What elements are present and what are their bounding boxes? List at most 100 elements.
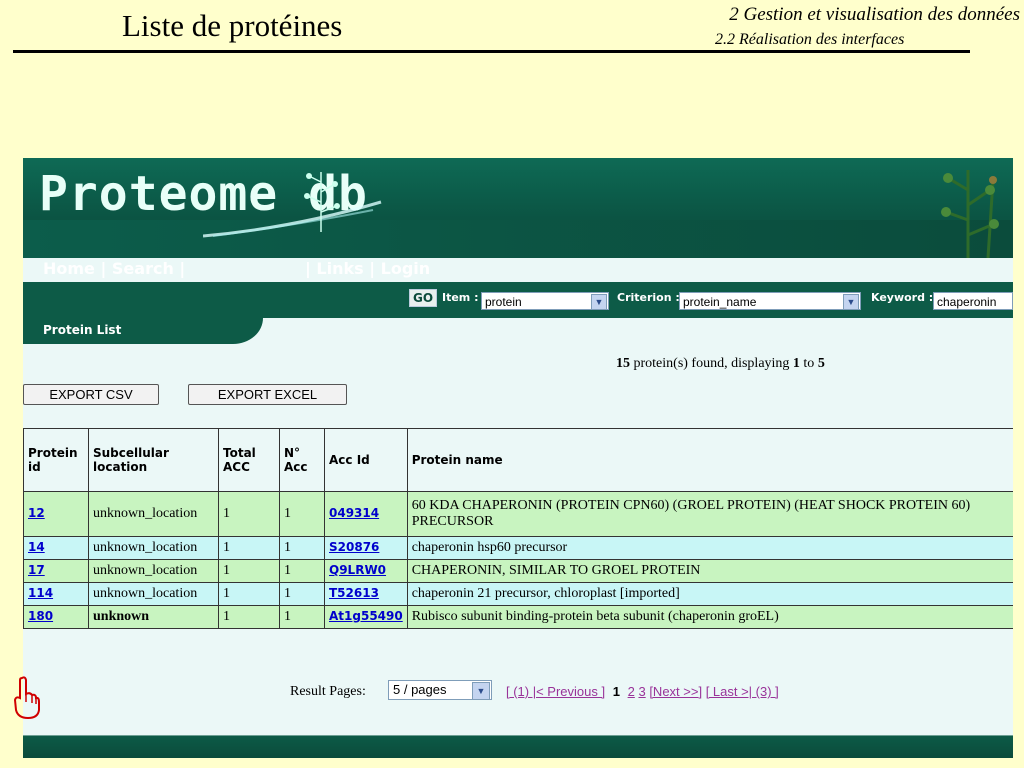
cell-acc-id: 049314 <box>324 491 408 537</box>
slide-section: 2 Gestion et visualisation des données <box>729 4 1020 25</box>
col-location-line2: location <box>93 460 148 474</box>
cell-location: unknown_location <box>88 582 219 606</box>
next-page-link[interactable]: [Next >>] <box>649 684 702 699</box>
cell-n-acc: 1 <box>279 605 325 629</box>
plant-sprig-icon <box>304 172 340 232</box>
pagination: [ (1) |< Previous ] 1 2 3 [Next >>] [ La… <box>506 684 779 699</box>
chevron-down-icon: ▼ <box>472 682 490 700</box>
cell-total-acc: 1 <box>218 605 280 629</box>
title-divider <box>13 50 970 53</box>
item-select-value: protein <box>485 295 522 309</box>
cell-protein-name: chaperonin hsp60 precursor <box>406 536 1013 560</box>
slide-subsection: 2.2 Réalisation des interfaces <box>715 31 905 48</box>
table-row: 180 unknown 1 1 At1g55490 Rubisco subuni… <box>23 605 1013 629</box>
protein-list-tab-label: Protein List <box>43 323 122 337</box>
table-row: 114 unknown_location 1 1 T52613 chaperon… <box>23 582 1013 606</box>
col-protein-id-line2: id <box>28 460 41 474</box>
nav-home-search[interactable]: Home | Search | <box>43 259 185 278</box>
summary-text: protein(s) found, displaying <box>630 356 793 371</box>
protein-table: Protein id Subcellular location Total ACC N… <box>23 428 1013 629</box>
criterion-select[interactable]: protein_name ▼ <box>679 292 861 310</box>
protein-id-link[interactable]: 14 <box>28 540 45 554</box>
table-row: 17 unknown_location 1 1 Q9LRW0 CHAPERONI… <box>23 559 1013 583</box>
cell-protein-id: 180 <box>23 605 89 629</box>
page-size-select[interactable]: 5 / pages ▼ <box>388 680 492 700</box>
cell-protein-name: Rubisco subunit binding-protein beta sub… <box>406 605 1013 629</box>
page-2-link[interactable]: 2 <box>628 684 635 699</box>
results-summary: 15 protein(s) found, displaying 1 to 5 <box>616 356 825 372</box>
item-select[interactable]: protein ▼ <box>481 292 609 310</box>
plant-photo-icon <box>941 170 999 258</box>
col-protein-id[interactable]: Protein id <box>23 428 89 492</box>
table-row: 12 unknown_location 1 1 049314 60 KDA CH… <box>23 491 1013 537</box>
go-button[interactable]: GO <box>409 289 438 307</box>
last-page-link[interactable]: [ Last >| (3) ] <box>706 684 779 699</box>
col-acc-id[interactable]: Acc Id <box>324 428 408 492</box>
keyword-input[interactable]: chaperonin <box>933 292 1013 310</box>
summary-to: 5 <box>817 356 825 371</box>
cell-acc-id: T52613 <box>324 582 408 606</box>
protein-id-link[interactable]: 12 <box>28 506 45 520</box>
col-location[interactable]: Subcellular location <box>88 428 219 492</box>
result-count: 15 <box>616 356 630 371</box>
cell-n-acc: 1 <box>279 559 325 583</box>
cell-n-acc: 1 <box>279 536 325 560</box>
acc-id-link[interactable]: Q9LRW0 <box>329 563 386 577</box>
col-n-acc-line1: N° <box>284 446 301 460</box>
item-label: Item : <box>442 291 479 304</box>
cell-n-acc: 1 <box>279 491 325 537</box>
protein-id-link[interactable]: 180 <box>28 609 53 623</box>
col-protein-name[interactable]: Protein name <box>406 428 1013 492</box>
table-row: 14 unknown_location 1 1 S20876 chaperoni… <box>23 536 1013 560</box>
protein-id-link[interactable]: 114 <box>28 586 53 600</box>
cell-total-acc: 1 <box>218 559 280 583</box>
cell-acc-id: S20876 <box>324 536 408 560</box>
col-total-acc[interactable]: Total ACC <box>218 428 280 492</box>
criterion-select-value: protein_name <box>683 295 757 309</box>
protein-list-tab: Protein List <box>23 318 263 344</box>
col-total-acc-line1: Total <box>223 446 256 460</box>
col-protein-id-line1: Protein <box>28 446 78 460</box>
col-location-line1: Subcellular <box>93 446 169 460</box>
current-page: 1 <box>612 684 620 699</box>
acc-id-link[interactable]: S20876 <box>329 540 379 554</box>
export-excel-button[interactable]: EXPORT EXCEL <box>188 384 347 405</box>
cell-location: unknown <box>88 605 219 629</box>
acc-id-link[interactable]: 049314 <box>329 506 379 520</box>
summary-to-text: to <box>799 356 818 371</box>
cell-protein-name: chaperonin 21 precursor, chloroplast [im… <box>406 582 1013 606</box>
summary-from: 1 <box>792 356 800 371</box>
slide-title: Liste de protéines <box>122 8 343 43</box>
cell-acc-id: Q9LRW0 <box>324 559 408 583</box>
cell-n-acc: 1 <box>279 582 325 606</box>
col-n-acc-line2: Acc <box>284 460 308 474</box>
previous-page-link[interactable]: [ (1) |< Previous ] <box>506 684 605 699</box>
cell-total-acc: 1 <box>218 536 280 560</box>
cell-location: unknown_location <box>88 559 219 583</box>
col-n-acc[interactable]: N° Acc <box>279 428 325 492</box>
col-total-acc-line2: ACC <box>223 460 250 474</box>
chevron-down-icon: ▼ <box>591 294 607 310</box>
cell-location: unknown_location <box>88 536 219 560</box>
nav-links-login[interactable]: | Links | Login <box>305 259 430 278</box>
page-3-link[interactable]: 3 <box>638 684 645 699</box>
cell-protein-name: CHAPERONIN, SIMILAR TO GROEL PROTEIN <box>406 559 1013 583</box>
proteome-app: Proteome db Home | Search | | Links | Lo… <box>23 158 1013 758</box>
cell-location: unknown_location <box>88 491 219 537</box>
keyword-label: Keyword : <box>871 291 934 304</box>
result-pages-label: Result Pages: <box>290 684 366 699</box>
pointing-hand-icon <box>13 676 40 720</box>
acc-id-link[interactable]: T52613 <box>329 586 379 600</box>
cell-acc-id: At1g55490 <box>324 605 408 629</box>
cell-protein-id: 12 <box>23 491 89 537</box>
cell-total-acc: 1 <box>218 582 280 606</box>
export-csv-button[interactable]: EXPORT CSV <box>23 384 159 405</box>
cell-protein-id: 14 <box>23 536 89 560</box>
table-header-row: Protein id Subcellular location Total ACC N… <box>23 428 1013 492</box>
protein-id-link[interactable]: 17 <box>28 563 45 577</box>
acc-id-link[interactable]: At1g55490 <box>329 609 403 623</box>
chevron-down-icon: ▼ <box>843 294 859 310</box>
cell-protein-id: 17 <box>23 559 89 583</box>
criterion-label: Criterion : <box>617 291 680 304</box>
header-banner: Proteome db <box>23 158 1013 258</box>
